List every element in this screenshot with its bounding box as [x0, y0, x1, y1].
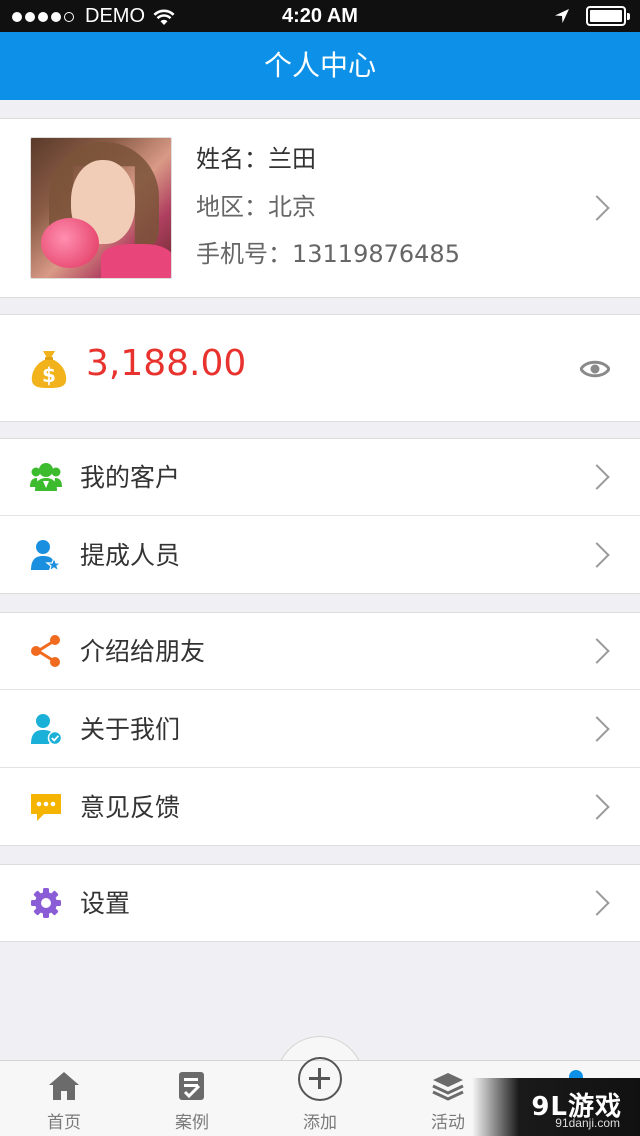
balance-card: $ 3,188.00: [0, 314, 640, 422]
tab-home[interactable]: 首页: [14, 1061, 114, 1136]
share-icon: [31, 635, 60, 667]
case-list-icon: [179, 1072, 204, 1100]
chat-bubble-icon: [31, 794, 61, 821]
divider: [0, 689, 640, 690]
chevron-right-icon: [584, 716, 610, 742]
avatar[interactable]: [30, 137, 172, 279]
tab-label: 首页: [47, 1113, 81, 1133]
location-arrow-icon: [555, 9, 569, 23]
status-time: 4:20 AM: [282, 5, 358, 27]
person-check-icon: [31, 714, 62, 745]
chevron-right-icon: [584, 638, 610, 664]
menu-item-label: 关于我们: [80, 715, 181, 744]
tab-label: 案例: [175, 1113, 209, 1133]
profile-card[interactable]: 姓名：兰田 地区：北京 手机号：13119876485: [0, 118, 640, 298]
svg-text:$: $: [42, 363, 56, 387]
divider: [0, 515, 640, 516]
menu-item-commission-staff[interactable]: 提成人员: [0, 517, 640, 594]
money-bag-icon: $: [31, 351, 67, 388]
battery-icon: [586, 6, 630, 26]
menu-item-about-us[interactable]: 关于我们: [0, 691, 640, 768]
menu-item-feedback[interactable]: 意见反馈: [0, 769, 640, 846]
watermark: 9L游戏 91danji.com: [472, 1078, 640, 1136]
profile-info: 姓名：兰田 地区：北京 手机号：13119876485: [196, 141, 460, 283]
tab-label: 添加: [303, 1113, 337, 1133]
profile-region: 地区：北京: [196, 193, 316, 221]
tab-cases[interactable]: 案例: [142, 1061, 242, 1136]
menu-item-customers[interactable]: 我的客户: [0, 439, 640, 516]
page-title: 个人中心: [263, 49, 376, 82]
balance-amount: 3,188.00: [86, 343, 247, 384]
divider: [0, 767, 640, 768]
chevron-right-icon: [584, 890, 610, 916]
menu-group-1: 我的客户 提成人员: [0, 438, 640, 594]
nav-bar: 个人中心: [0, 32, 640, 100]
menu-item-share[interactable]: 介绍给朋友: [0, 613, 640, 690]
tab-add[interactable]: 添加: [270, 1057, 370, 1136]
menu-group-3: 设置: [0, 864, 640, 942]
add-circle-icon: [298, 1057, 342, 1101]
layers-icon: [432, 1073, 464, 1101]
status-right: [554, 6, 630, 26]
profile-name: 姓名：兰田: [196, 145, 316, 173]
home-icon: [49, 1072, 79, 1100]
menu-item-label: 设置: [80, 889, 131, 918]
menu-item-label: 意见反馈: [80, 793, 181, 822]
chevron-right-icon: [584, 195, 610, 221]
menu-item-label: 我的客户: [80, 463, 181, 492]
eye-icon[interactable]: [580, 357, 610, 381]
status-bar: DEMO 4:20 AM: [0, 0, 640, 32]
chevron-right-icon: [584, 794, 610, 820]
menu-item-settings[interactable]: 设置: [0, 865, 640, 942]
chevron-right-icon: [584, 464, 610, 490]
menu-item-label: 提成人员: [80, 541, 181, 570]
profile-phone: 手机号：13119876485: [196, 240, 460, 268]
customers-icon: [30, 463, 62, 491]
menu-group-2: 介绍给朋友 关于我们 意见反馈: [0, 612, 640, 846]
watermark-url: 91danji.com: [555, 1116, 620, 1130]
chevron-right-icon: [584, 542, 610, 568]
gear-icon: [31, 888, 61, 918]
person-star-icon: [31, 540, 62, 571]
menu-item-label: 介绍给朋友: [80, 637, 206, 666]
